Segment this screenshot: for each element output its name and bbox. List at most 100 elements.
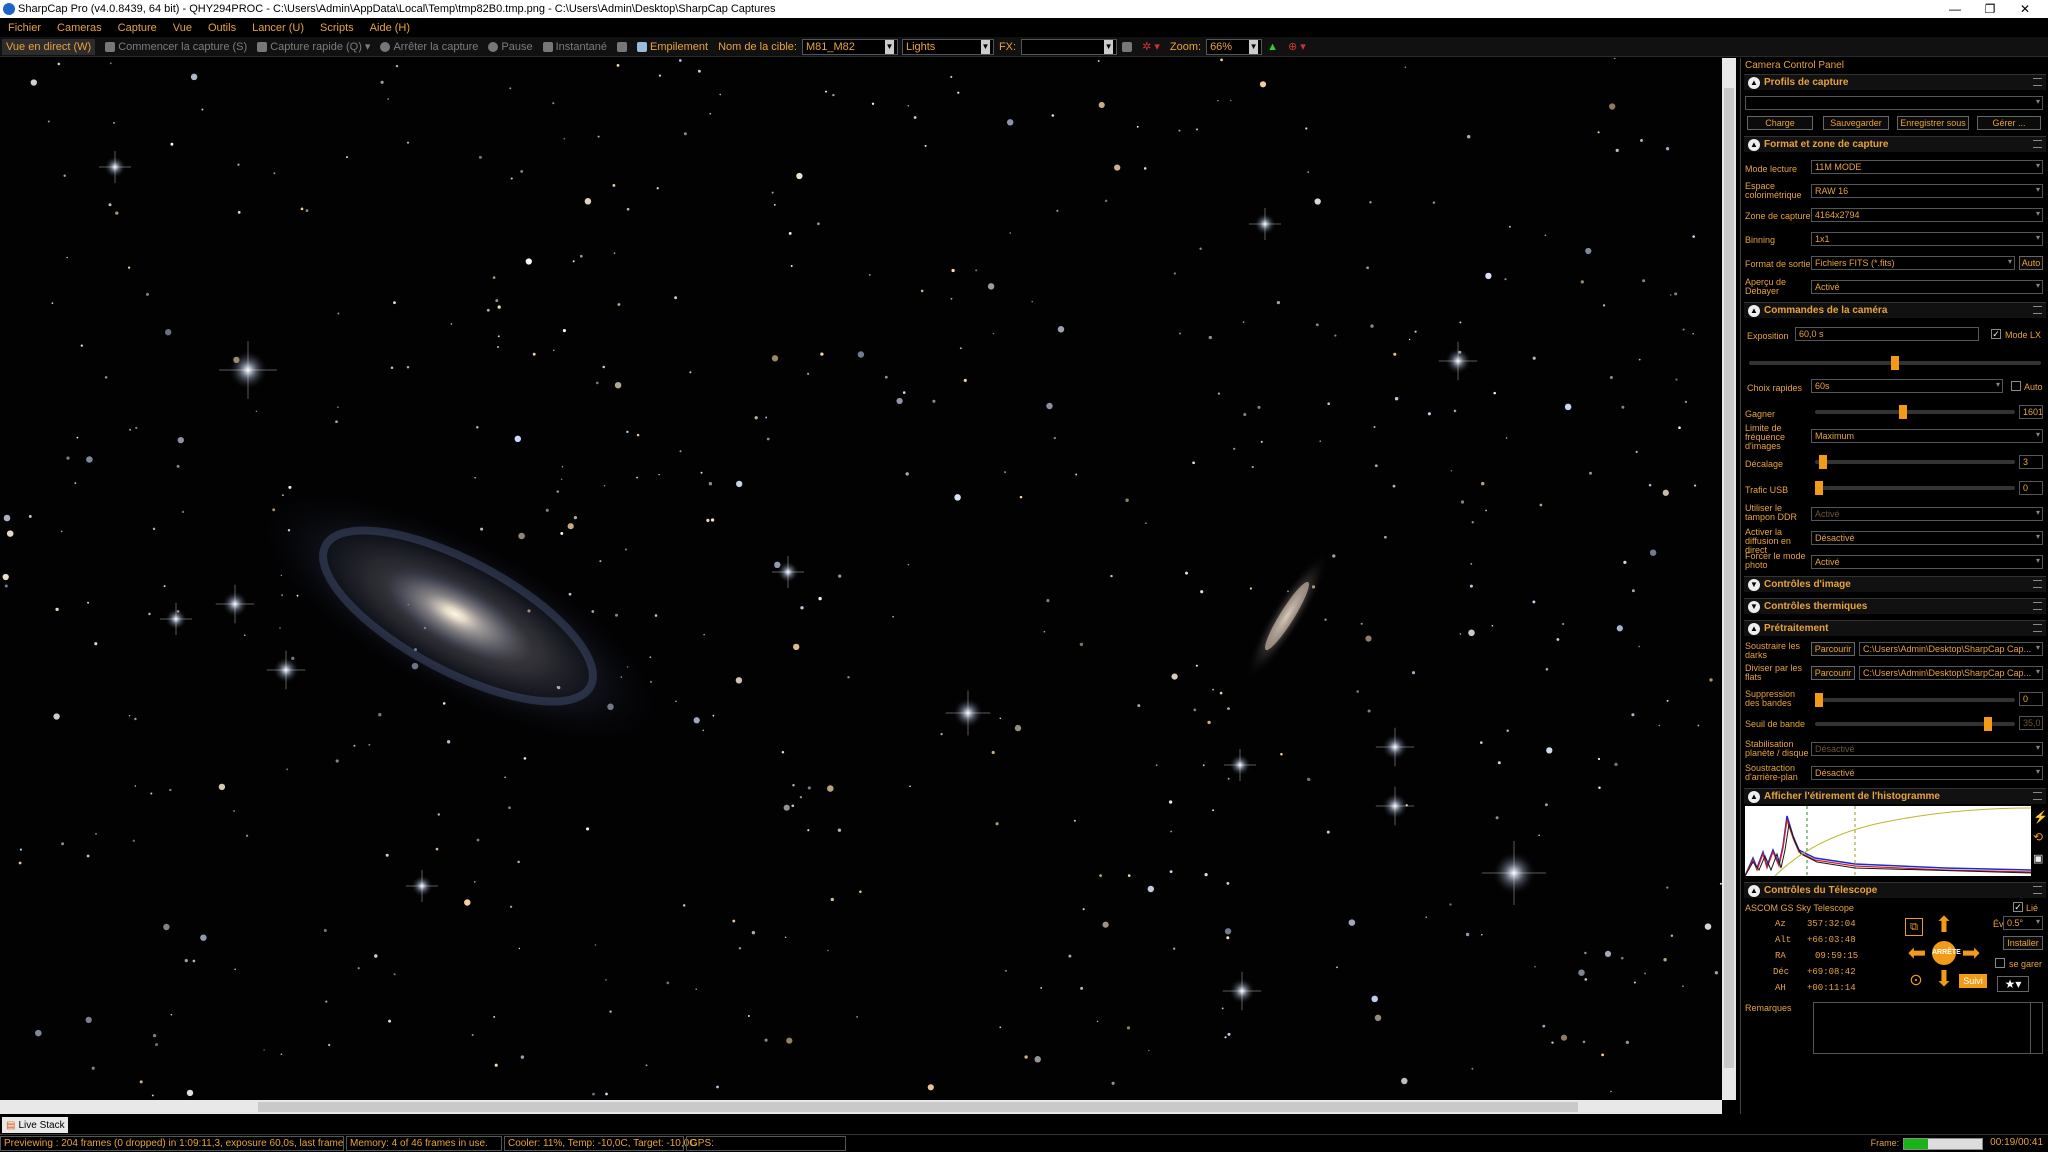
move-north-button[interactable]: ⬆ (1933, 914, 1955, 938)
menu-icon[interactable] (2033, 624, 2042, 632)
histogram-plot[interactable] (1745, 806, 2031, 876)
target-name-input[interactable]: M81_M82 ▼ (801, 38, 898, 55)
menu-outils[interactable]: Outils (200, 22, 244, 34)
expand-icon[interactable]: ▼ (1748, 578, 1760, 591)
exposure-input[interactable]: 60,0 s (1795, 327, 1979, 341)
load-profile-button[interactable]: Charge (1747, 116, 1813, 130)
chevron-down-icon[interactable]: ▼ (1104, 39, 1114, 54)
menu-icon[interactable] (2033, 580, 2042, 588)
usb-traffic-input[interactable]: 0 (2019, 481, 2043, 495)
auto-exposure-checkbox[interactable] (2011, 381, 2021, 391)
move-east-button[interactable]: ➡ (1959, 942, 1983, 964)
section-histogram[interactable]: ▲ Afficher l'étirement de l'histogramme (1744, 788, 2046, 804)
band-threshold-input[interactable]: 35,0 (2019, 716, 2043, 730)
menu-icon[interactable] (2033, 140, 2042, 148)
menu-icon[interactable] (2033, 792, 2042, 800)
stabilization-select[interactable]: Désactivé ▾ (1811, 742, 2043, 756)
goto-icon[interactable]: ⧉ (1905, 918, 1923, 936)
slider-knob[interactable] (1983, 717, 1992, 731)
save-profile-button[interactable]: Sauvegarder (1823, 116, 1889, 130)
move-south-button[interactable]: ⬇ (1933, 968, 1955, 992)
darks-path-select[interactable]: C:\Users\Admin\Desktop\SharpCap Cap... ▾ (1859, 642, 2043, 656)
live-view-button[interactable]: Vue en direct (W) (2, 38, 96, 55)
collapse-icon[interactable]: ▲ (1748, 622, 1760, 635)
chevron-down-icon[interactable]: ▼ (1249, 39, 1259, 54)
stop-button[interactable]: ARRÊTE (1932, 941, 1961, 965)
rate-select[interactable]: 0.5° ▾ (2003, 916, 2043, 930)
menu-vue[interactable]: Vue (165, 22, 200, 34)
notes-textarea[interactable] (1813, 1002, 2043, 1054)
slider-knob[interactable] (1899, 405, 1908, 419)
tracking-button[interactable]: Suivi (1959, 974, 1987, 988)
browse-darks-button[interactable]: Parcourir (1811, 642, 1855, 656)
live-broadcast-select[interactable]: Désactivé ▾ (1811, 531, 2043, 545)
background-subtraction-select[interactable]: Désactivé ▾ (1811, 766, 2043, 780)
scrollbar-thumb[interactable] (258, 1102, 1578, 1112)
force-photo-mode-select[interactable]: Activé ▾ (1811, 555, 2043, 569)
frame-rate-limit-select[interactable]: Maximum ▾ (1811, 429, 2043, 443)
offset-input[interactable]: 3 (2019, 455, 2043, 469)
section-preprocessing[interactable]: ▲ Prétraitement (1744, 620, 2046, 636)
slider-knob[interactable] (1815, 693, 1823, 707)
target-icon[interactable]: ⊙ (1907, 972, 1925, 990)
menu-lancer[interactable]: Lancer (U) (244, 22, 312, 34)
section-telescope[interactable]: ▲ Contrôles du Télescope (1744, 882, 2046, 898)
binning-select[interactable]: 1x1 ▾ (1811, 232, 2043, 246)
section-thermal-controls[interactable]: ▼ Contrôles thermiques (1744, 598, 2046, 614)
output-format-select[interactable]: Fichiers FITS (*.fits) ▾ (1811, 256, 2015, 270)
collapse-icon[interactable]: ▲ (1748, 790, 1760, 803)
menu-cameras[interactable]: Cameras (49, 22, 110, 34)
menu-capture[interactable]: Capture (110, 22, 165, 34)
section-capture-profiles[interactable]: ▲ Profils de capture (1744, 74, 2046, 90)
menu-scripts[interactable]: Scripts (312, 22, 362, 34)
vertical-scrollbar[interactable] (1722, 58, 1736, 1100)
move-west-button[interactable]: ⬅ (1905, 942, 1929, 964)
menu-icon[interactable] (2033, 886, 2042, 894)
offset-slider[interactable] (1815, 455, 2015, 469)
band-threshold-slider[interactable] (1815, 717, 2015, 731)
read-mode-select[interactable]: 11M MODE ▾ (1811, 160, 2043, 174)
section-image-controls[interactable]: ▼ Contrôles d'image (1744, 576, 2046, 592)
slider-knob[interactable] (1815, 481, 1823, 495)
snapshot-button[interactable]: Instantané (542, 41, 607, 53)
color-space-select[interactable]: RAW 16 ▾ (1811, 184, 2043, 198)
star-icon[interactable]: ★▾ (1997, 976, 2029, 992)
menu-icon[interactable] (2033, 78, 2042, 86)
lx-mode-checkbox[interactable]: ✓ (1991, 329, 2001, 339)
gain-input[interactable]: 1601 (2019, 405, 2043, 419)
debayer-preview-select[interactable]: Activé ▾ (1811, 280, 2043, 294)
horizontal-scrollbar[interactable] (0, 1100, 1722, 1114)
gain-slider[interactable] (1815, 405, 2015, 419)
reset-icon[interactable]: ⟲ (2033, 830, 2047, 844)
ddr-buffer-select[interactable]: Activé ▾ (1811, 507, 2043, 521)
sequence-button[interactable] (617, 41, 627, 52)
zoom-select[interactable]: 66% ▼ (1206, 38, 1263, 55)
park-checkbox[interactable] (1995, 958, 2005, 968)
reticle-button[interactable]: ✲ ▾ (1142, 40, 1160, 53)
fx-select[interactable]: ▼ (1021, 38, 1118, 55)
close-button[interactable]: ✕ (2002, 0, 2048, 18)
notes-scrollbar[interactable] (2030, 1003, 2042, 1053)
zoom-tool-button[interactable]: ⊕ ▾ (1288, 40, 1306, 53)
browse-flats-button[interactable]: Parcourir (1811, 666, 1855, 680)
collapse-icon[interactable]: ▲ (1748, 76, 1760, 89)
exposure-slider[interactable] (1749, 356, 2041, 370)
lightning-icon[interactable]: ⚡ (2033, 810, 2048, 824)
chevron-down-icon[interactable]: ▼ (884, 39, 894, 54)
menu-icon[interactable] (2033, 306, 2042, 314)
section-camera-controls[interactable]: ▲ Commandes de la caméra (1744, 302, 2046, 318)
expand-icon[interactable]: ▼ (1748, 600, 1760, 613)
collapse-icon[interactable]: ▲ (1748, 304, 1760, 317)
menu-aide[interactable]: Aide (H) (362, 22, 418, 34)
capture-area-select[interactable]: 4164x2794 ▾ (1811, 208, 2043, 222)
pause-button[interactable]: Pause (488, 41, 533, 53)
install-button[interactable]: Installer (2003, 936, 2043, 950)
scrollbar-thumb[interactable] (1724, 88, 1734, 1068)
frame-type-select[interactable]: Lights ▼ (901, 38, 994, 55)
stacking-button[interactable]: Empilement (637, 41, 708, 53)
collapse-icon[interactable]: ▲ (1748, 138, 1760, 151)
auto-format-button[interactable]: Auto (2019, 256, 2043, 270)
quick-capture-button[interactable]: Capture rapide (Q) ▾ (257, 40, 370, 53)
save-as-profile-button[interactable]: Enregistrer sous (1897, 116, 1969, 130)
histogram-button[interactable]: ▲ (1267, 41, 1278, 53)
